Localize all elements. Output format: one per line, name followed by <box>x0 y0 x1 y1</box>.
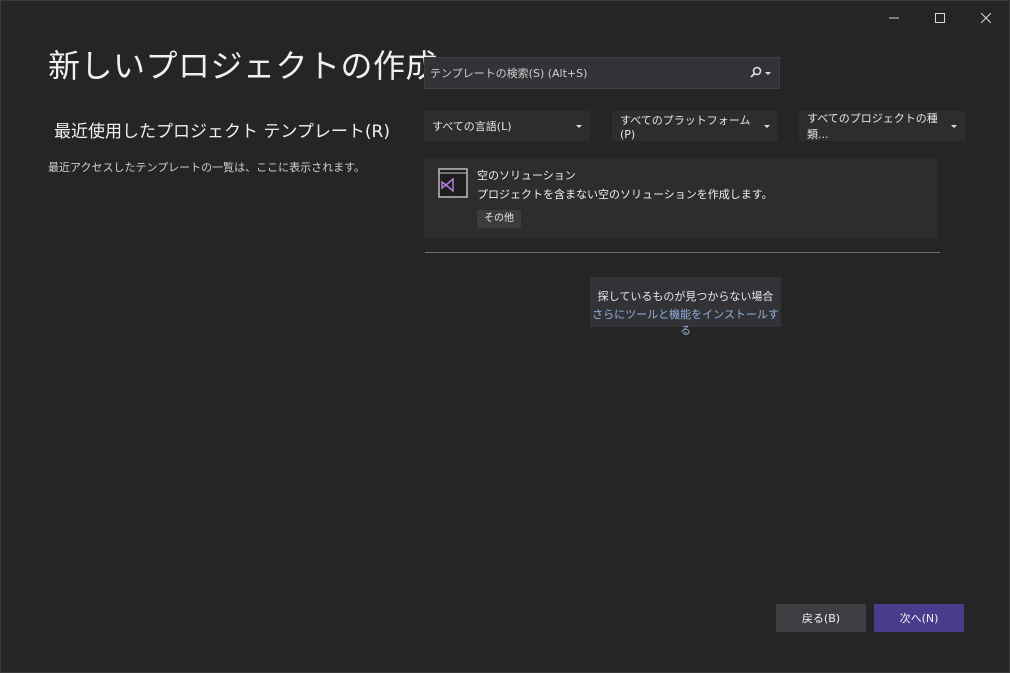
next-button[interactable]: 次へ(N) <box>874 604 964 632</box>
template-name: 空のソリューション <box>477 169 576 182</box>
template-description: プロジェクトを含まない空のソリューションを作成します。 <box>477 188 773 201</box>
close-icon <box>981 13 991 23</box>
search-icon <box>750 66 771 78</box>
search-options-button[interactable] <box>743 58 779 88</box>
chevron-down-icon <box>764 124 770 128</box>
platform-filter-label: すべてのプラットフォーム(P) <box>620 113 751 141</box>
template-search-input[interactable] <box>425 57 743 89</box>
project-type-filter-dropdown[interactable]: すべてのプロジェクトの種類... <box>799 111 965 141</box>
visual-studio-solution-icon <box>438 168 468 198</box>
language-filter-dropdown[interactable]: すべての言語(L) <box>424 111 590 141</box>
minimize-icon <box>889 17 899 19</box>
platform-filter-dropdown[interactable]: すべてのプラットフォーム(P) <box>612 111 778 141</box>
page-title: 新しいプロジェクトの作成 <box>48 47 439 85</box>
recent-templates-heading: 最近使用したプロジェクト テンプレート(R) <box>54 122 390 142</box>
template-item-blank-solution[interactable]: 空のソリューション プロジェクトを含まない空のソリューションを作成します。 その… <box>424 158 938 238</box>
maximize-icon <box>935 13 945 23</box>
minimize-button[interactable] <box>871 1 917 35</box>
divider <box>425 252 940 253</box>
not-found-panel: 探しているものが見つからない場合 さらにツールと機能をインストールする <box>590 277 781 337</box>
chevron-down-icon <box>951 124 957 128</box>
install-more-tools-link[interactable]: さらにツールと機能をインストールする <box>590 306 781 338</box>
template-tag: その他 <box>477 210 521 228</box>
language-filter-label: すべての言語(L) <box>432 120 512 133</box>
template-search-box[interactable] <box>424 57 780 89</box>
recent-templates-empty-text: 最近アクセスしたテンプレートの一覧は、ここに表示されます。 <box>48 161 366 174</box>
close-button[interactable] <box>963 1 1009 35</box>
not-found-text: 探しているものが見つからない場合 <box>597 290 774 303</box>
create-project-window: 新しいプロジェクトの作成 最近使用したプロジェクト テンプレート(R) 最近アク… <box>0 0 1010 673</box>
project-type-filter-label: すべてのプロジェクトの種類... <box>807 112 938 141</box>
back-button[interactable]: 戻る(B) <box>776 604 866 632</box>
maximize-button[interactable] <box>917 1 963 35</box>
chevron-down-icon <box>576 124 582 128</box>
